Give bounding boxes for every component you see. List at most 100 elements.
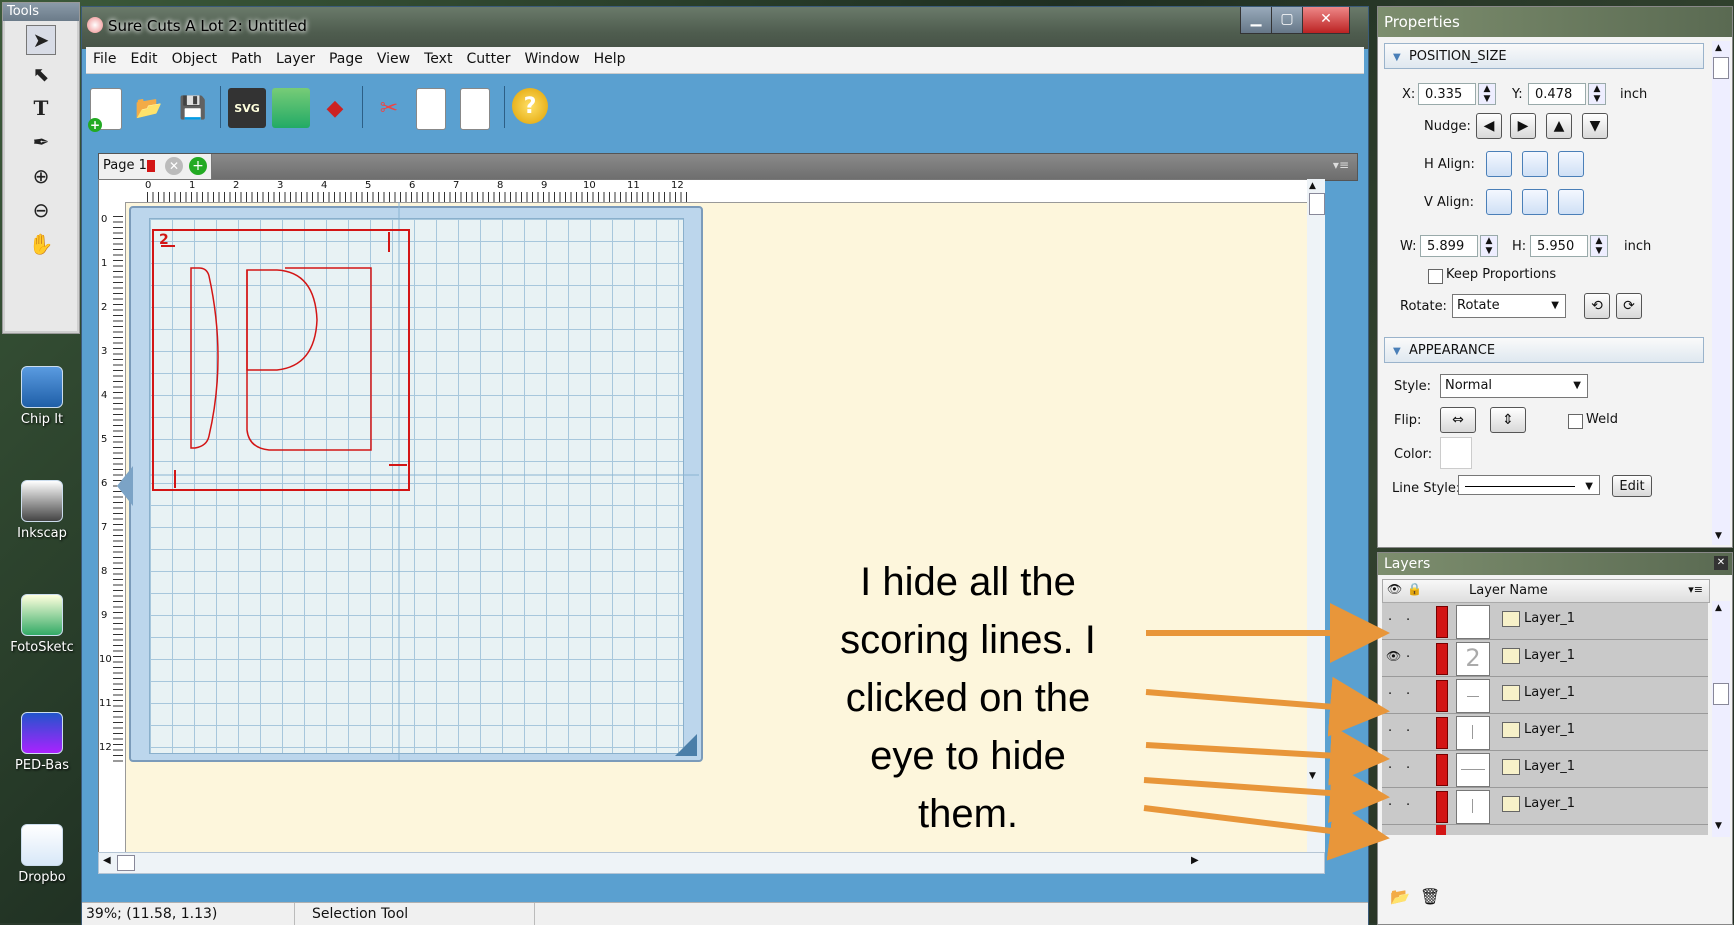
y-field[interactable]: 0.478 [1528,83,1586,105]
visibility-toggle-icon[interactable]: · [1388,613,1392,628]
menu-window[interactable]: Window [517,47,586,67]
align-top-icon[interactable] [1486,189,1512,215]
lock-toggle-icon[interactable]: · [1406,724,1410,739]
canvas[interactable]: 0 1 2 3 4 5 6 7 8 9 10 11 12 0 1 2 3 4 5… [98,179,1325,854]
add-page-icon[interactable]: + [189,157,207,175]
new-layer-icon[interactable]: 📂 [1390,887,1410,906]
menu-text[interactable]: Text [417,47,459,67]
preview-page-icon[interactable] [460,88,490,130]
flip-horizontal-icon[interactable]: ⇔ [1440,407,1476,433]
scroll-left-icon[interactable]: ◀ [103,855,111,866]
layer-row[interactable]: 👁 · 2 Layer_1 [1382,640,1708,677]
height-field[interactable]: 5.950 [1530,235,1588,257]
scroll-up-icon[interactable]: ▲ [1715,43,1722,53]
desktop-icon-chipit[interactable]: Chip It [2,366,82,427]
node-edit-tool-icon[interactable]: ⬉ [26,59,56,89]
eye-icon[interactable]: 👁 [1386,649,1401,663]
x-field[interactable]: 0.335 [1418,83,1476,105]
nudge-up-icon[interactable]: ▲ [1546,113,1572,139]
lock-toggle-icon[interactable]: · [1406,613,1410,628]
width-field[interactable]: 5.899 [1420,235,1478,257]
zoom-out-icon[interactable]: ⊖ [26,195,56,225]
lock-toggle-icon[interactable]: · [1406,650,1410,665]
menu-layer[interactable]: Layer [269,47,322,67]
rotate-dropdown[interactable]: Rotate ▼ [1452,294,1566,318]
scroll-up-icon[interactable]: ▲ [1715,603,1722,613]
menu-page[interactable]: Page [322,47,370,67]
x-stepper[interactable]: ▲ ▼ [1478,83,1496,105]
import-image-icon[interactable] [272,88,310,128]
layers-menu-icon[interactable]: ▾≡ [1688,583,1703,596]
menu-path[interactable]: Path [224,47,269,67]
layer-row[interactable]: · · Layer_1 [1382,788,1708,825]
line-style-dropdown[interactable]: ▼ [1458,475,1600,495]
y-stepper[interactable]: ▲ ▼ [1588,83,1606,105]
horizontal-scroll-thumb[interactable] [117,855,135,871]
edit-line-style-button[interactable]: Edit [1612,475,1652,497]
height-stepper[interactable]: ▲ ▼ [1590,235,1608,257]
selection-tool-icon[interactable]: ➤ [26,25,56,55]
layer-row[interactable]: · · Layer_1 [1382,714,1708,751]
style-dropdown[interactable]: Normal ▼ [1440,374,1588,398]
help-icon[interactable]: ? [512,88,548,124]
open-folder-icon[interactable]: 📂 [130,88,168,128]
cut-scissors-icon[interactable]: ✂ [370,88,408,128]
desktop-icon-fotosketcher[interactable]: FotoSketc [2,594,82,655]
layer-row-partial[interactable] [1382,825,1708,835]
menu-view[interactable]: View [370,47,417,67]
close-page-icon[interactable]: ✕ [165,157,183,175]
menu-file[interactable]: File [86,47,123,67]
layers-scrollbar[interactable]: ▲ ▼ [1712,601,1730,837]
menu-cutter[interactable]: Cutter [459,47,517,67]
pen-tool-icon[interactable]: ✒ [26,127,56,157]
layer-row[interactable]: · · Layer_1 [1382,677,1708,714]
rotate-left-icon[interactable]: ⟲ [1584,293,1610,319]
maximize-button[interactable]: ▢ [1271,7,1303,34]
vertical-scrollbar[interactable]: ▲ ▼ [1307,179,1325,852]
menu-object[interactable]: Object [165,47,225,67]
zoom-in-icon[interactable]: ⊕ [26,161,56,191]
import-shapes-icon[interactable]: ◆ [316,88,354,128]
visibility-toggle-icon[interactable]: · [1388,687,1392,702]
close-icon[interactable]: ✕ [1714,556,1728,570]
layer-row[interactable]: · · Layer_1 [1382,751,1708,788]
vertical-scroll-thumb[interactable] [1309,193,1325,215]
scroll-down-icon[interactable]: ▼ [1309,771,1316,781]
keep-proportions-checkbox[interactable] [1428,269,1443,284]
hand-tool-icon[interactable]: ✋ [26,229,56,259]
desktop-icon-inkscape[interactable]: Inkscap [2,480,82,541]
design-artwork[interactable]: 2 [99,180,799,780]
text-tool-icon[interactable]: T [26,93,56,123]
visibility-toggle-icon[interactable]: · [1388,724,1392,739]
visibility-toggle-icon[interactable]: · [1388,798,1392,813]
desktop-icon-ped-basic[interactable]: PED-Bas [2,712,82,773]
width-stepper[interactable]: ▲ ▼ [1480,235,1498,257]
weld-checkbox[interactable] [1568,414,1583,429]
layer-row[interactable]: · · Layer_1 [1382,603,1708,640]
horizontal-scrollbar[interactable]: ◀ ▶ [98,852,1325,874]
menu-edit[interactable]: Edit [123,47,164,67]
flip-vertical-icon[interactable]: ⇕ [1490,407,1526,433]
close-button[interactable]: ✕ [1302,7,1350,34]
tab-page-1[interactable]: Page 1 ✕ + [99,154,212,180]
delete-layer-icon[interactable]: 🗑 [1420,887,1440,906]
align-left-icon[interactable] [1486,151,1512,177]
new-document-icon[interactable]: + [88,88,122,132]
tab-menu-icon[interactable]: ▾≡ [1333,158,1349,172]
color-swatch[interactable] [1440,437,1472,469]
layers-scroll-thumb[interactable] [1713,683,1729,705]
nudge-down-icon[interactable]: ▼ [1582,113,1608,139]
lock-toggle-icon[interactable]: · [1406,798,1410,813]
align-middle-icon[interactable] [1522,189,1548,215]
scroll-down-icon[interactable]: ▼ [1715,821,1722,831]
align-center-icon[interactable] [1522,151,1548,177]
preview-icon[interactable] [416,88,446,130]
properties-scrollbar[interactable]: ▲ ▼ [1712,41,1730,545]
import-svg-icon[interactable]: SVG [228,88,266,128]
section-appearance[interactable]: ▼ APPEARANCE [1384,337,1704,363]
visibility-toggle-icon[interactable]: · [1388,761,1392,776]
properties-scroll-thumb[interactable] [1713,57,1729,79]
nudge-right-icon[interactable]: ▶ [1510,113,1536,139]
desktop-icon-dropbox[interactable]: Dropbo [2,824,82,885]
rotate-right-icon[interactable]: ⟳ [1616,293,1642,319]
